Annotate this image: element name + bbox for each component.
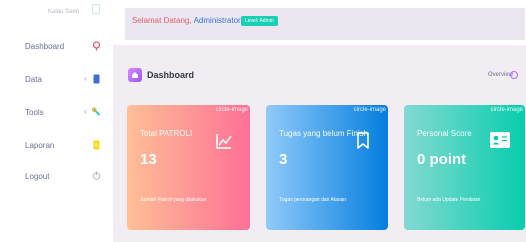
welcome-greeting: Selamat Datang, [132,16,192,25]
sidebar-item-label: Laporan [25,141,55,150]
role-badge: Level: Admin [241,16,278,26]
info-circle-icon[interactable] [510,71,518,79]
sidebar-item-label: Logout [25,172,50,181]
sidebar: Kalau Saeri Dashboard Data ‹ Tools ‹ Lap… [0,0,113,242]
page-title: Dashboard [147,70,195,80]
sidebar-item-data[interactable]: Data ‹ [0,70,113,90]
card-note: Jumlah Patroli yang dilakukan [140,197,207,203]
sidebar-item-label: Tools [25,108,44,117]
bookmark-icon [357,132,369,149]
chart-line-icon [216,134,232,149]
chevron-left-icon: ‹ [84,107,87,116]
sidebar-profile-text: Kalau Saeri [48,9,80,15]
welcome-text: Selamat Datang, Administrator [132,16,241,25]
circle-image-placeholder: circle-image [490,107,523,113]
circle-image-placeholder: circle-image [353,107,386,113]
card-note: Belum ada Update Penilaian [417,197,481,203]
sidebar-item-label: Dashboard [25,42,65,51]
user-name: Administrator [193,16,241,25]
status-indicator-icon [92,4,100,14]
card-label: Personal Score [417,129,472,138]
document-icon [92,139,101,150]
sidebar-item-dashboard[interactable]: Dashboard [0,37,113,57]
card-value: 0 point [417,151,467,168]
stat-card-score: circle-image Personal Score 0 point Belu… [404,105,525,230]
circle-image-placeholder: circle-image [215,107,248,113]
sidebar-item-logout[interactable]: Logout [0,167,113,187]
sidebar-item-label: Data [25,75,42,84]
wrench-icon [92,106,101,117]
sidebar-item-laporan[interactable]: Laporan [0,136,113,156]
power-icon [92,170,101,181]
home-icon [128,68,142,82]
card-label: Total PATROLI [140,129,193,138]
chevron-left-icon: ‹ [84,74,87,83]
file-icon [92,73,101,84]
card-note: Tugas perorangan dari Atasan [279,197,347,203]
stat-card-tugas: circle-image Tugas yang belum Finish 3 T… [266,105,388,230]
home-icon [92,40,101,51]
stat-card-patroli: circle-image Total PATROLI 13 Jumlah Pat… [127,105,250,230]
id-card-icon [490,132,510,148]
card-value: 3 [279,151,288,168]
sidebar-item-tools[interactable]: Tools ‹ [0,103,113,123]
card-label: Tugas yang belum Finish [279,129,369,138]
card-value: 13 [140,151,157,168]
